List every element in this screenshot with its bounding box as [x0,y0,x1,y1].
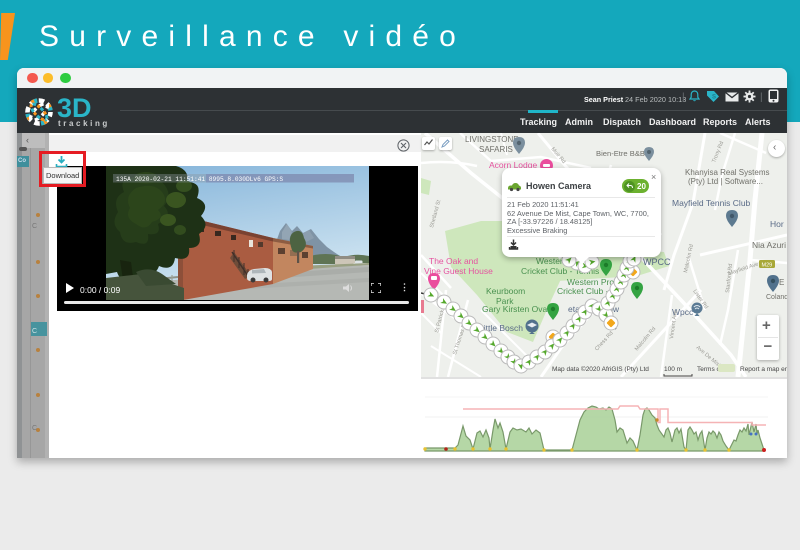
svg-text:WPCC: WPCC [643,257,671,267]
svg-text:M29: M29 [762,263,773,269]
svg-text:(Pty) Ltd | Software...: (Pty) Ltd | Software... [688,177,763,186]
svg-text:Map data ©2020 AfriGIS (Pty) L: Map data ©2020 AfriGIS (Pty) Ltd [552,365,649,373]
svg-text:Gary Kirsten Oval: Gary Kirsten Oval [482,304,549,314]
svg-text:S: S [712,95,716,101]
svg-text:SAFARIS: SAFARIS [479,145,513,154]
svg-text:Keurboom: Keurboom [486,286,525,296]
svg-text:Bien-Etre B&B: Bien-Etre B&B [596,149,645,158]
svg-text:LIVINGSTONE: LIVINGSTONE [465,135,519,144]
svg-text:E: E [779,278,784,287]
svg-text:Hor: Hor [770,219,784,229]
svg-text:135A 2020-02-21 11:51:41 8995.: 135A 2020-02-21 11:51:41 8995.8.030DLv6 … [116,176,283,183]
svg-text:Mayfield Tennis Club: Mayfield Tennis Club [672,198,751,208]
svg-text:Coland: Coland [766,294,787,301]
svg-text:100 m: 100 m [664,366,682,373]
svg-text:Report a map error: Report a map error [740,366,787,373]
svg-text:Nia Azuri: Nia Azuri [752,240,786,250]
svg-text:The Oak and: The Oak and [429,256,478,266]
svg-text:Khanyisa Real Systems: Khanyisa Real Systems [685,168,769,177]
